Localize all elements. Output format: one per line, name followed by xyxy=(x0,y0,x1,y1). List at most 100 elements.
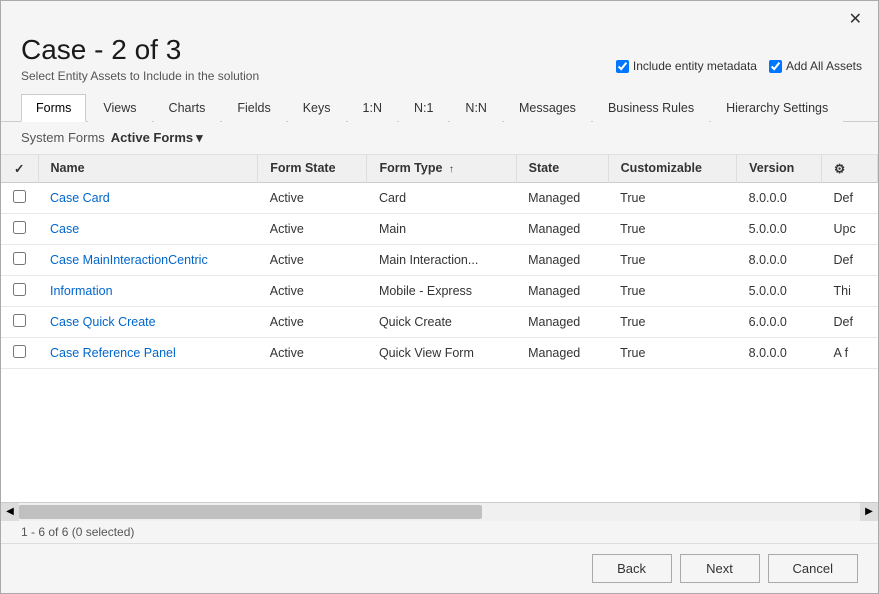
add-all-assets-checkbox-label[interactable]: Add All Assets xyxy=(769,59,862,73)
col-state[interactable]: State xyxy=(516,155,608,183)
row-version: 5.0.0.0 xyxy=(737,275,822,306)
row-version: 5.0.0.0 xyxy=(737,213,822,244)
col-check: ✓ xyxy=(1,155,38,183)
row-state: Managed xyxy=(516,337,608,368)
table-body: Case CardActiveCardManagedTrue8.0.0.0Def… xyxy=(1,182,878,368)
col-name[interactable]: Name xyxy=(38,155,258,183)
tab-views[interactable]: Views xyxy=(88,94,151,122)
scroll-track[interactable] xyxy=(19,503,860,521)
tab-forms[interactable]: Forms xyxy=(21,94,86,122)
row-name-link[interactable]: Case MainInteractionCentric xyxy=(50,253,208,267)
row-form-type: Card xyxy=(367,182,516,213)
add-all-assets-checkbox[interactable] xyxy=(769,60,782,73)
row-checkbox-cell[interactable] xyxy=(1,275,38,306)
row-customizable: True xyxy=(608,337,737,368)
tab-1n[interactable]: 1:N xyxy=(348,94,397,122)
row-state: Managed xyxy=(516,244,608,275)
close-button[interactable]: ✕ xyxy=(845,9,866,29)
active-forms-label: Active Forms xyxy=(111,130,193,145)
content-area: System Forms Active Forms ▾ ✓ Name Form … xyxy=(1,122,878,543)
status-text: 1 - 6 of 6 (0 selected) xyxy=(21,525,134,539)
row-form-type: Main Interaction... xyxy=(367,244,516,275)
active-forms-dropdown[interactable]: Active Forms ▾ xyxy=(111,130,203,146)
row-checkbox-3[interactable] xyxy=(13,283,26,296)
row-extra: Def xyxy=(822,182,878,213)
row-name: Case xyxy=(38,213,258,244)
row-checkbox-cell[interactable] xyxy=(1,213,38,244)
table-container: ✓ Name Form State Form Type ↑ State Cust… xyxy=(1,155,878,502)
cancel-button[interactable]: Cancel xyxy=(768,554,858,583)
row-checkbox-0[interactable] xyxy=(13,190,26,203)
tabs-bar: Forms Views Charts Fields Keys 1:N N:1 N… xyxy=(1,93,878,122)
tab-fields[interactable]: Fields xyxy=(222,94,285,122)
sort-icon: ↑ xyxy=(449,164,454,175)
row-checkbox-cell[interactable] xyxy=(1,182,38,213)
row-form-state: Active xyxy=(258,275,367,306)
row-name-link[interactable]: Case Quick Create xyxy=(50,315,156,329)
row-form-state: Active xyxy=(258,244,367,275)
tab-nn[interactable]: N:N xyxy=(450,94,502,122)
dropdown-icon: ▾ xyxy=(196,130,203,146)
table-row: Case Quick CreateActiveQuick CreateManag… xyxy=(1,306,878,337)
row-customizable: True xyxy=(608,213,737,244)
scroll-left-button[interactable]: ◀ xyxy=(1,503,19,521)
tab-keys[interactable]: Keys xyxy=(288,94,346,122)
col-form-type[interactable]: Form Type ↑ xyxy=(367,155,516,183)
row-name: Case Reference Panel xyxy=(38,337,258,368)
col-customizable[interactable]: Customizable xyxy=(608,155,737,183)
table-row: CaseActiveMainManagedTrue5.0.0.0Upc xyxy=(1,213,878,244)
row-state: Managed xyxy=(516,213,608,244)
row-name-link[interactable]: Case Reference Panel xyxy=(50,346,176,360)
row-form-state: Active xyxy=(258,213,367,244)
row-form-state: Active xyxy=(258,306,367,337)
tab-business-rules[interactable]: Business Rules xyxy=(593,94,709,122)
row-checkbox-4[interactable] xyxy=(13,314,26,327)
forms-table: ✓ Name Form State Form Type ↑ State Cust… xyxy=(1,155,878,369)
row-form-type: Quick View Form xyxy=(367,337,516,368)
row-name: Information xyxy=(38,275,258,306)
include-metadata-checkbox[interactable] xyxy=(616,60,629,73)
row-form-state: Active xyxy=(258,337,367,368)
row-name-link[interactable]: Case xyxy=(50,222,79,236)
row-checkbox-cell[interactable] xyxy=(1,337,38,368)
horizontal-scrollbar[interactable]: ◀ ▶ xyxy=(1,502,878,520)
row-customizable: True xyxy=(608,182,737,213)
main-dialog: ✕ Case - 2 of 3 Select Entity Assets to … xyxy=(0,0,879,594)
system-forms-label: System Forms xyxy=(21,130,105,145)
row-checkbox-5[interactable] xyxy=(13,345,26,358)
row-checkbox-cell[interactable] xyxy=(1,244,38,275)
tab-messages[interactable]: Messages xyxy=(504,94,591,122)
row-checkbox-1[interactable] xyxy=(13,221,26,234)
table-header-row: ✓ Name Form State Form Type ↑ State Cust… xyxy=(1,155,878,183)
dialog-header: Case - 2 of 3 Select Entity Assets to In… xyxy=(1,29,878,93)
include-metadata-checkbox-label[interactable]: Include entity metadata xyxy=(616,59,757,73)
row-name: Case MainInteractionCentric xyxy=(38,244,258,275)
row-checkbox-2[interactable] xyxy=(13,252,26,265)
row-extra: Def xyxy=(822,244,878,275)
row-name: Case Quick Create xyxy=(38,306,258,337)
row-form-type: Quick Create xyxy=(367,306,516,337)
back-button[interactable]: Back xyxy=(592,554,672,583)
row-form-state: Active xyxy=(258,182,367,213)
row-checkbox-cell[interactable] xyxy=(1,306,38,337)
col-version[interactable]: Version xyxy=(737,155,822,183)
row-state: Managed xyxy=(516,182,608,213)
tab-n1[interactable]: N:1 xyxy=(399,94,448,122)
add-all-assets-label: Add All Assets xyxy=(786,59,862,73)
row-name-link[interactable]: Case Card xyxy=(50,191,110,205)
system-forms-bar: System Forms Active Forms ▾ xyxy=(1,122,878,155)
scroll-right-button[interactable]: ▶ xyxy=(860,503,878,521)
checkboxes-row: Include entity metadata Add All Assets xyxy=(616,59,862,73)
next-button[interactable]: Next xyxy=(680,554,760,583)
col-extra: ⚙ xyxy=(822,155,878,183)
row-name-link[interactable]: Information xyxy=(50,284,113,298)
row-customizable: True xyxy=(608,306,737,337)
row-extra: Def xyxy=(822,306,878,337)
include-metadata-label: Include entity metadata xyxy=(633,59,757,73)
row-form-type: Mobile - Express xyxy=(367,275,516,306)
row-form-type: Main xyxy=(367,213,516,244)
tab-hierarchy-settings[interactable]: Hierarchy Settings xyxy=(711,94,843,122)
row-state: Managed xyxy=(516,275,608,306)
tab-charts[interactable]: Charts xyxy=(154,94,221,122)
col-form-state[interactable]: Form State xyxy=(258,155,367,183)
